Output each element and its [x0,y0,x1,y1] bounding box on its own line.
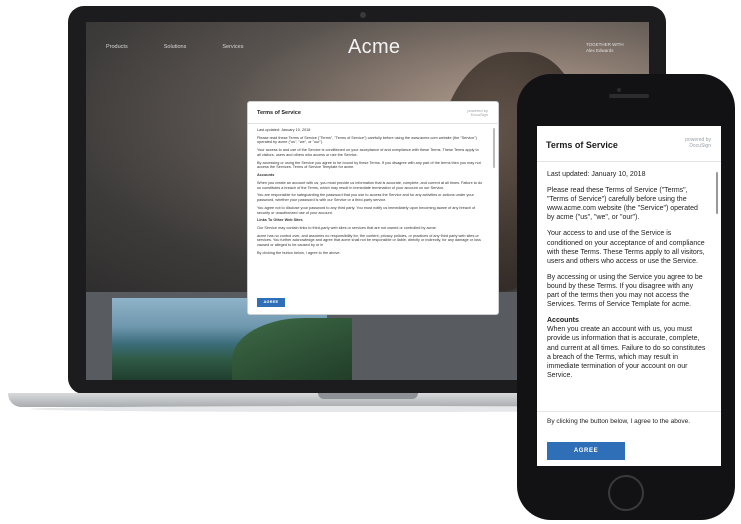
agree-button[interactable]: AGREE [257,298,285,307]
footer-text: By clicking the button below, I agree to… [257,250,341,255]
phone-accounts-heading: Accounts [547,317,579,325]
nav-item-solutions[interactable]: Solutions [164,44,187,50]
phone-scrollbar[interactable] [716,172,718,214]
phone-accounts-text: When you create an account with us, you … [547,326,706,379]
logo-sub-line1: TOGETHER WITH [586,42,624,47]
cliff-shape [232,318,352,380]
laptop-notch [318,393,418,399]
phone-modal-header: Terms of Service powered by DocuSign [537,126,721,162]
phone-home-button[interactable] [608,475,644,511]
accounts-heading: Accounts [257,173,275,178]
terms-para-1: Please read these Terms of Service ("Ter… [257,135,477,145]
phone-terms-para-2: Your access to and use of the Service is… [547,230,705,265]
phone-modal-body[interactable]: Last updated: January 10, 2018 Please re… [547,170,707,417]
phone-docusign-logo: powered by DocuSign [685,137,711,150]
modal-header: Terms of Service powered by DocuSign [248,102,498,124]
nav-item-products[interactable]: Products [106,44,128,50]
phone-logo-line2: DocuSign [689,142,711,149]
laptop-terms-modal: Terms of Service powered by DocuSign Las… [248,102,498,314]
phone-footer-divider [537,411,721,412]
nav-item-services[interactable]: Services [222,44,243,50]
logo-line2: DocuSign [470,112,488,118]
site-logo[interactable]: Acme [348,36,400,59]
modal-scrollbar[interactable] [493,128,495,168]
links-heading: Links To Other Web Sites [257,218,303,223]
phone-agree-button[interactable]: AGREE [547,442,625,460]
phone-frame: Terms of Service powered by DocuSign Las… [517,74,735,520]
site-logo-sub: TOGETHER WITH Alex Edwards [586,42,624,54]
terms-para-5: You are responsible for safeguarding the… [257,193,474,203]
phone-screen: Terms of Service powered by DocuSign Las… [537,126,721,466]
links-text: Our Service may contain links to third-p… [257,226,437,231]
phone-camera [617,88,621,92]
site-nav: Products Solutions Services [106,44,243,50]
docusign-logo: powered by DocuSign [467,108,488,118]
logo-sub-line2: Alex Edwards [586,47,614,53]
laptop-camera [360,12,366,18]
last-updated: Last updated: January 10, 2018 [257,128,311,132]
terms-para-6: You agree not to disclose your password … [257,205,476,215]
modal-title: Terms of Service [257,110,301,116]
phone-speaker [609,94,649,98]
phone-terms-para-3: By accessing or using the Service you ag… [547,273,703,309]
terms-para-3: By accessing or using the Service you ag… [257,160,481,170]
accounts-text: When you create an account with us, you … [257,180,483,190]
phone-modal-title: Terms of Service [546,140,618,150]
terms-para-8: acme has no control over, and assumes no… [257,233,481,248]
modal-body[interactable]: Last updated: January 10, 2018 Please re… [257,128,483,288]
phone-last-updated: Last updated: January 10, 2018 [547,171,646,178]
phone-terms-para-1: Please read these Terms of Service ("Ter… [547,187,698,222]
phone-footer-text: By clicking the button below, I agree to… [547,418,691,425]
terms-para-2: Your access to and use of the Service is… [257,148,479,157]
